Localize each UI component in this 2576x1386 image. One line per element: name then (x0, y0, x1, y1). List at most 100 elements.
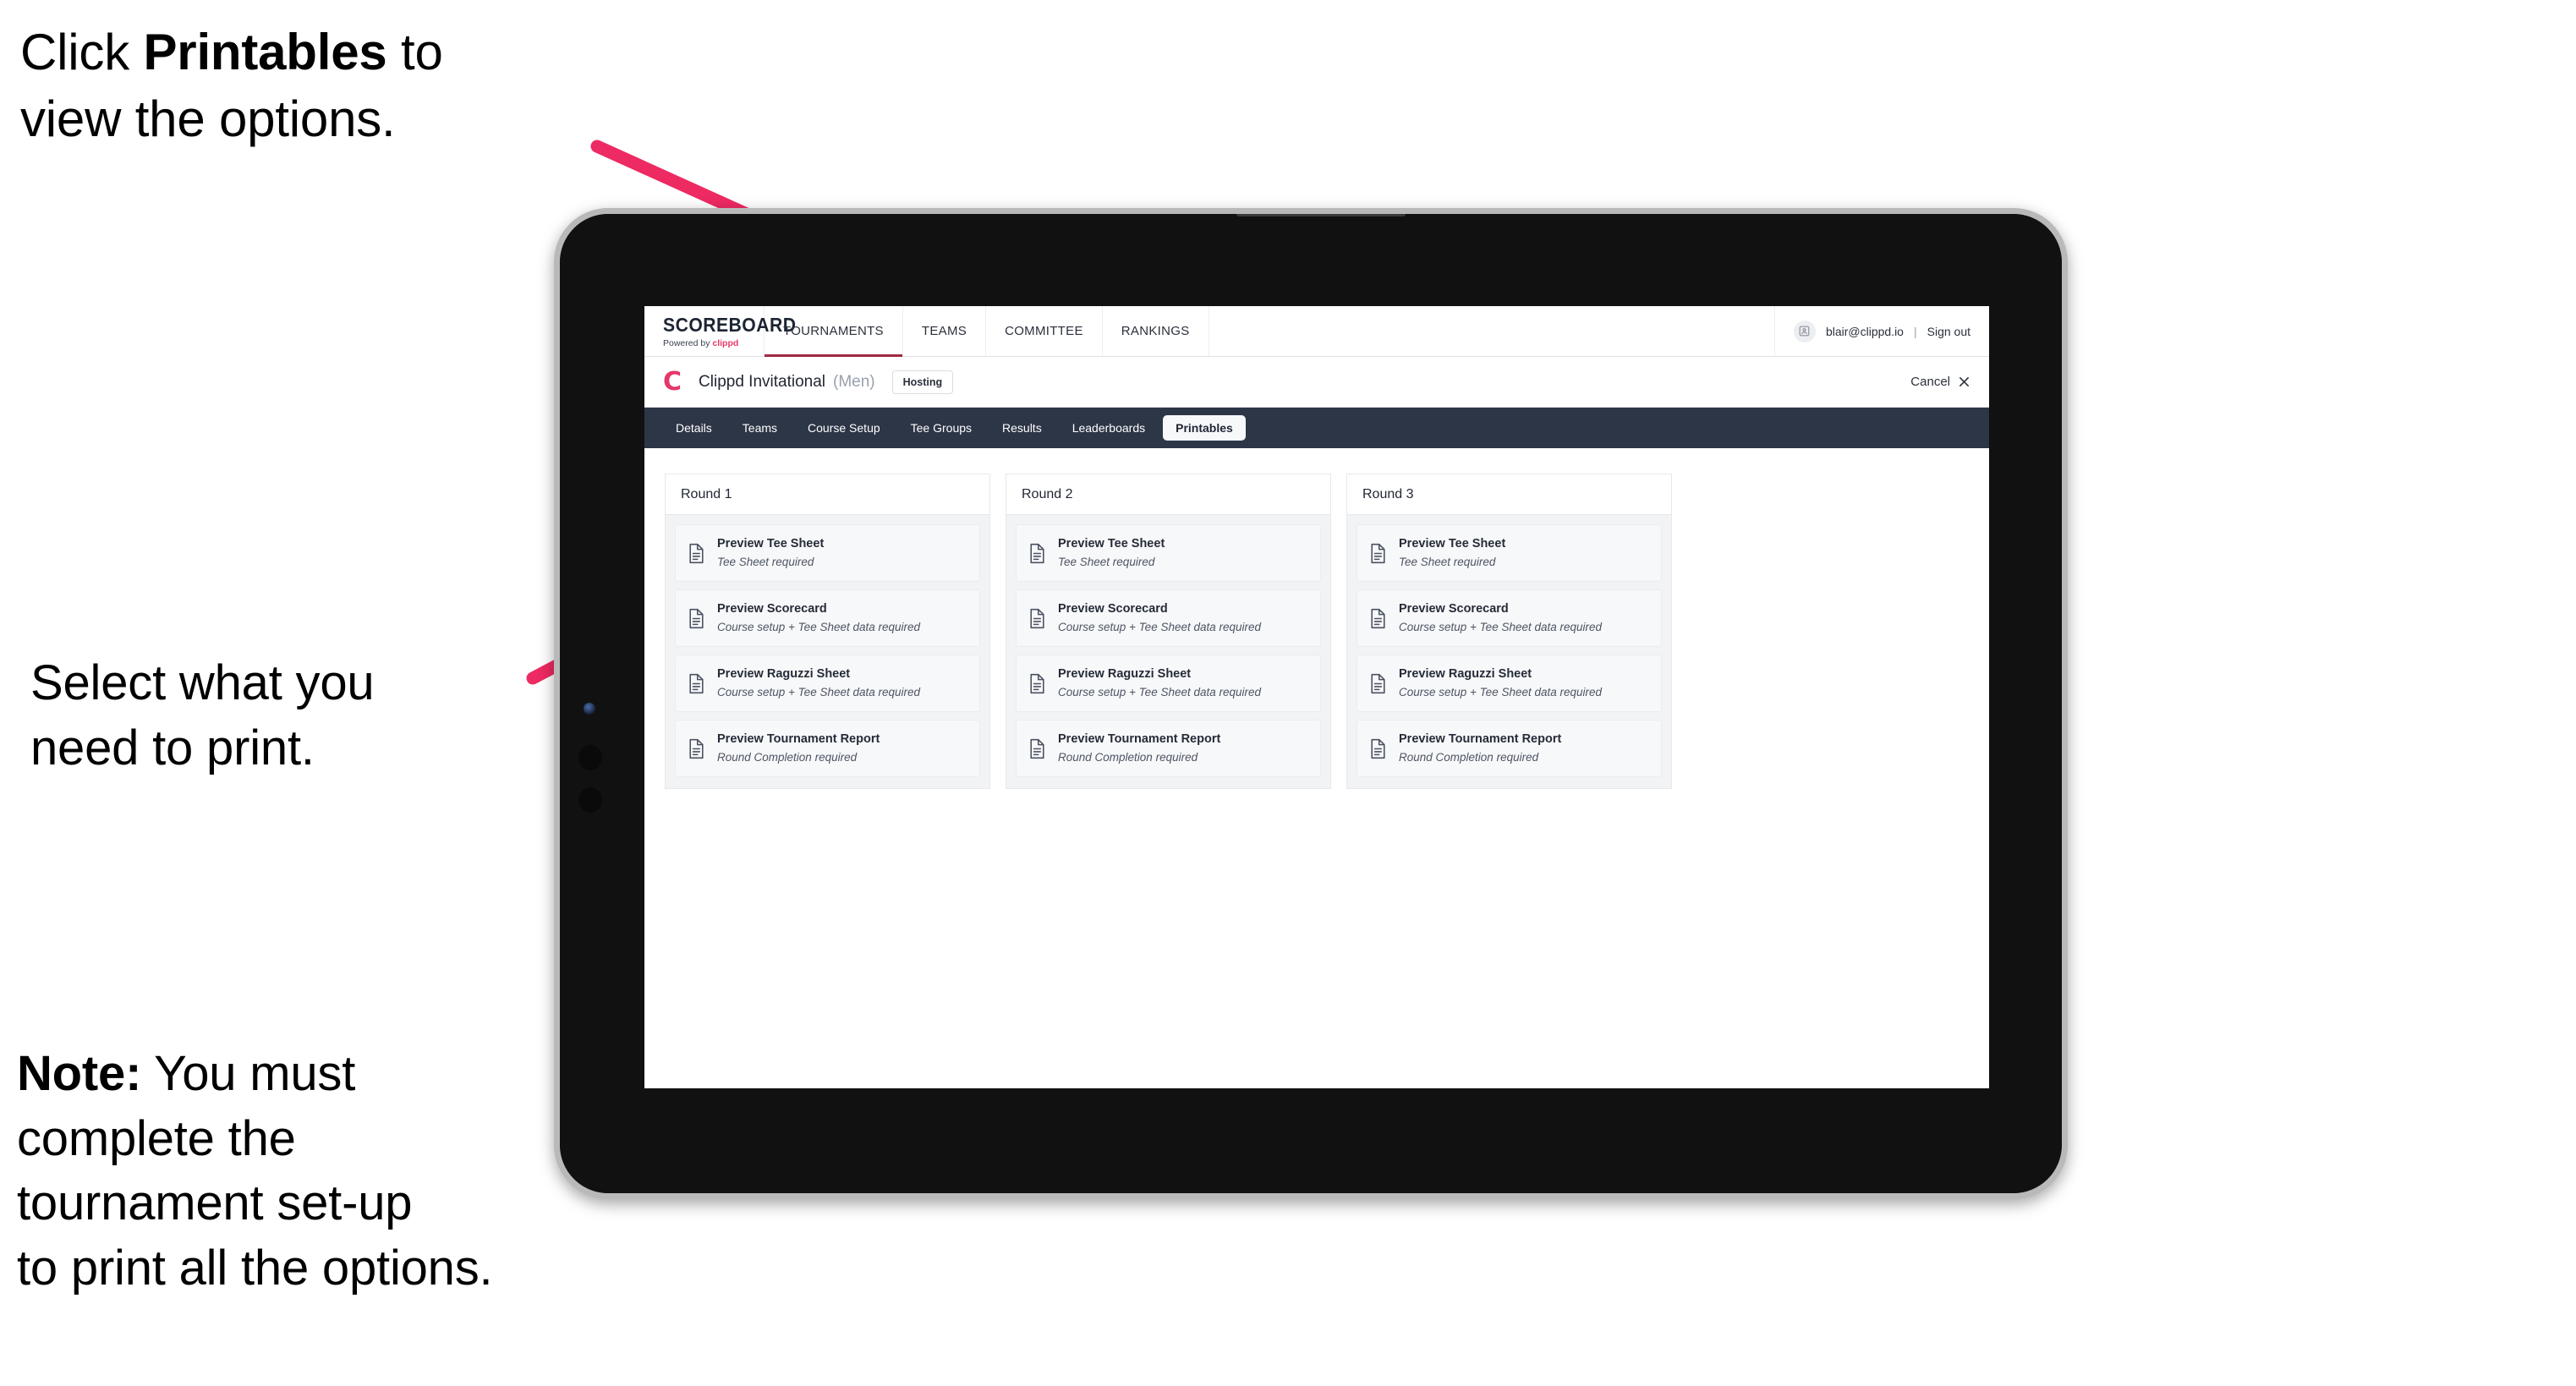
topnav-item-teams[interactable]: TEAMS (903, 306, 987, 356)
printable-item-title: Preview Scorecard (1058, 602, 1168, 616)
tablet-device-frame: SCOREBOARD Powered by clippd TOURNAMENTS… (554, 208, 2068, 1199)
tournament-subnav: Details Teams Course Setup Tee Groups Re… (644, 408, 1989, 448)
printable-item[interactable]: Preview Tournament Report Round Completio… (1357, 720, 1662, 778)
round-column: Round 3 Preview Tee Sheet Tee Sheet requir… (1346, 474, 1672, 790)
document-icon (689, 673, 704, 693)
printable-item-requirement: Course setup + Tee Sheet data required (1399, 685, 1603, 698)
document-icon (1371, 543, 1385, 563)
subnav-item-details[interactable]: Details (663, 415, 725, 441)
printable-item-requirement: Round Completion required (1058, 751, 1198, 764)
printable-item[interactable]: Preview Raguzzi Sheet Course setup + Tee … (1357, 655, 1662, 713)
subnav-label: Leaderboards (1072, 421, 1146, 435)
printable-item-requirement: Course setup + Tee Sheet data required (717, 685, 921, 698)
printable-item[interactable]: Preview Scorecard Course setup + Tee Shee… (1016, 589, 1321, 648)
device-button-lower[interactable] (578, 787, 602, 813)
document-icon (1030, 738, 1044, 759)
user-account-area: blair@clippd.io | Sign out (1775, 306, 1989, 356)
printable-item-text: Preview Raguzzi Sheet Course setup + Tee … (1058, 666, 1261, 700)
subnav-item-tee-groups[interactable]: Tee Groups (898, 415, 984, 441)
printable-item[interactable]: Preview Tee Sheet Tee Sheet required (1016, 524, 1321, 583)
tournament-title-bar: C Clippd Invitational (Men) Hosting Canc… (644, 357, 1989, 408)
topnav-item-rankings[interactable]: RANKINGS (1103, 306, 1209, 356)
subnav-item-course-setup[interactable]: Course Setup (795, 415, 893, 441)
tournament-gender: (Men) (833, 372, 875, 391)
printable-item-title: Preview Raguzzi Sheet (1399, 667, 1532, 682)
document-icon (689, 543, 704, 563)
printable-item-requirement: Course setup + Tee Sheet data required (1058, 620, 1262, 633)
subnav-item-teams[interactable]: Teams (730, 415, 790, 441)
round-column: Round 2 Preview Tee Sheet Tee Sheet requir… (1006, 474, 1331, 790)
printable-item-title: Preview Raguzzi Sheet (717, 667, 851, 682)
logo-tagline-prefix: Powered by (663, 338, 713, 348)
user-separator: | (1913, 324, 1917, 338)
annotation-step-1-prefix: Click (20, 24, 144, 80)
document-icon (1030, 543, 1044, 563)
printables-content: Round 1 Preview Tee Sheet Tee Sheet requir… (644, 448, 1989, 1088)
printable-item-title: Preview Tee Sheet (1058, 537, 1165, 551)
printable-item-text: Preview Tee Sheet Tee Sheet required (1399, 536, 1505, 570)
device-button-upper[interactable] (578, 745, 602, 770)
round-items-list: Preview Tee Sheet Tee Sheet required Previ… (1006, 514, 1331, 790)
round-column: Round 1 Preview Tee Sheet Tee Sheet requir… (665, 474, 990, 790)
printable-item-requirement: Round Completion required (717, 751, 858, 764)
annotation-note-bold: Note: (17, 1046, 142, 1101)
logo-tagline-brand: clippd (712, 338, 739, 348)
printable-item-title: Preview Tournament Report (1058, 732, 1221, 747)
document-icon (1030, 608, 1044, 628)
round-header: Round 2 (1006, 474, 1331, 514)
printable-item-title: Preview Raguzzi Sheet (1058, 667, 1192, 682)
user-avatar-icon[interactable] (1793, 320, 1816, 342)
sign-out-button[interactable]: Sign out (1927, 325, 1970, 338)
round-items-list: Preview Tee Sheet Tee Sheet required Previ… (1346, 514, 1672, 790)
app-top-bar: SCOREBOARD Powered by clippd TOURNAMENTS… (644, 306, 1989, 357)
subnav-label: Tee Groups (910, 421, 973, 435)
printable-item[interactable]: Preview Scorecard Course setup + Tee Shee… (675, 589, 980, 648)
scoreboard-logo[interactable]: SCOREBOARD Powered by clippd (644, 306, 796, 356)
printable-item[interactable]: Preview Raguzzi Sheet Course setup + Tee … (1016, 655, 1321, 713)
round-items-list: Preview Tee Sheet Tee Sheet required Previ… (665, 514, 990, 790)
subnav-item-printables[interactable]: Printables (1163, 415, 1246, 441)
subnav-label: Results (1002, 421, 1042, 435)
subnav-item-leaderboards[interactable]: Leaderboards (1060, 415, 1158, 441)
topnav-item-tournaments[interactable]: TOURNAMENTS (765, 306, 903, 357)
printable-item-text: Preview Scorecard Course setup + Tee Shee… (717, 601, 920, 635)
subnav-label: Course Setup (808, 421, 880, 435)
subnav-item-results[interactable]: Results (989, 415, 1055, 441)
printable-item-text: Preview Tee Sheet Tee Sheet required (717, 536, 824, 570)
printable-item[interactable]: Preview Tee Sheet Tee Sheet required (1357, 524, 1662, 583)
topnav-label: RANKINGS (1121, 324, 1190, 338)
user-email-label: blair@clippd.io (1825, 324, 1904, 338)
topnav-item-committee[interactable]: COMMITTEE (986, 306, 1103, 356)
printable-item-requirement: Course setup + Tee Sheet data required (1399, 620, 1603, 633)
printable-item-text: Preview Raguzzi Sheet Course setup + Tee … (717, 666, 920, 700)
rounds-container: Round 1 Preview Tee Sheet Tee Sheet requir… (665, 474, 1969, 790)
printable-item[interactable]: Preview Tournament Report Round Completio… (1016, 720, 1321, 778)
printable-item-text: Preview Tournament Report Round Completio… (717, 731, 880, 765)
printable-item-text: Preview Scorecard Course setup + Tee Shee… (1399, 601, 1602, 635)
app-screen: SCOREBOARD Powered by clippd TOURNAMENTS… (644, 306, 1989, 1088)
document-icon (1371, 608, 1385, 628)
printable-item[interactable]: Preview Raguzzi Sheet Course setup + Tee … (675, 655, 980, 713)
topnav-label: COMMITTEE (1005, 324, 1083, 338)
printable-item[interactable]: Preview Tee Sheet Tee Sheet required (675, 524, 980, 583)
cancel-button[interactable]: Cancel (1910, 375, 1970, 389)
printable-item-text: Preview Tournament Report Round Completio… (1399, 731, 1561, 765)
subnav-label: Details (676, 421, 712, 435)
printable-item-requirement: Tee Sheet required (717, 555, 814, 568)
tournament-name: Clippd Invitational (699, 372, 826, 391)
round-title: Round 3 (1362, 486, 1414, 501)
document-icon (689, 608, 704, 628)
topnav-label: TOURNAMENTS (783, 324, 884, 338)
printable-item[interactable]: Preview Tournament Report Round Completio… (675, 720, 980, 778)
printable-item-requirement: Tee Sheet required (1058, 555, 1155, 568)
camera-icon (584, 703, 595, 715)
printable-item-title: Preview Scorecard (1399, 602, 1509, 616)
annotation-step-2: Select what you need to print. (30, 655, 375, 775)
logo-tagline: Powered by clippd (663, 338, 764, 348)
cancel-label: Cancel (1910, 375, 1950, 389)
round-title: Round 2 (1022, 486, 1073, 501)
printable-item-requirement: Round Completion required (1399, 751, 1539, 764)
printable-item-text: Preview Tournament Report Round Completio… (1058, 731, 1220, 765)
round-header: Round 3 (1346, 474, 1672, 514)
printable-item[interactable]: Preview Scorecard Course setup + Tee Shee… (1357, 589, 1662, 648)
